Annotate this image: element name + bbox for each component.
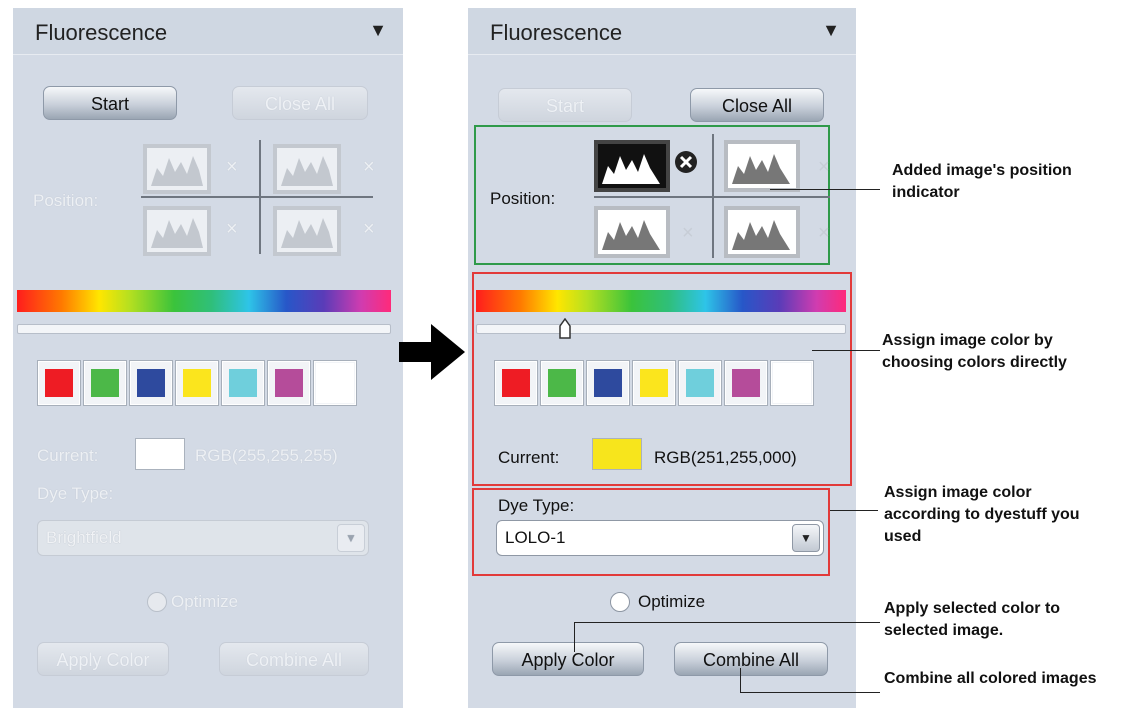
histogram-icon	[151, 218, 203, 248]
position-label: Position:	[33, 191, 99, 210]
swatch-green[interactable]	[540, 360, 584, 406]
dye-type-label: Dye Type:	[498, 496, 575, 515]
collapse-triangle-icon[interactable]: ▼	[822, 20, 840, 41]
spectrum-slider-track[interactable]	[17, 324, 391, 334]
current-rgb-value: RGB(255,255,255)	[195, 446, 338, 465]
current-rgb-value: RGB(251,255,000)	[654, 448, 797, 467]
dye-type-select[interactable]: LOLO-1 ▼	[496, 520, 824, 556]
start-button[interactable]: Start	[43, 86, 177, 120]
position-thumb-2[interactable]	[724, 140, 800, 192]
apply-color-button[interactable]: Apply Color	[37, 642, 169, 676]
histogram-icon	[281, 156, 333, 186]
panel-title: Fluorescence	[490, 20, 623, 45]
dropdown-arrow-icon[interactable]: ▼	[792, 524, 820, 552]
current-label: Current:	[37, 446, 99, 465]
remove-circle-x-icon[interactable]	[674, 150, 698, 174]
swatch-cyan[interactable]	[221, 360, 265, 406]
optimize-checkbox[interactable]	[147, 592, 167, 612]
spectrum-slider-track[interactable]	[476, 324, 846, 334]
remove-x-icon[interactable]: ×	[363, 156, 375, 179]
swatch-red[interactable]	[37, 360, 81, 406]
swatch-cyan[interactable]	[678, 360, 722, 406]
remove-x-icon[interactable]: ×	[226, 156, 238, 179]
position-hline	[141, 196, 373, 198]
optimize-checkbox[interactable]	[610, 592, 630, 612]
position-thumb-3[interactable]	[143, 206, 211, 256]
collapse-triangle-icon[interactable]: ▼	[369, 20, 387, 41]
position-thumb-4[interactable]	[724, 206, 800, 258]
annotation-combine-colored: Combine all colored images	[884, 670, 1097, 687]
current-color-box	[592, 438, 642, 470]
apply-color-button[interactable]: Apply Color	[492, 642, 644, 676]
callout-line-apply-v	[574, 622, 575, 652]
dye-type-label: Dye Type:	[37, 484, 114, 503]
position-thumb-1-selected[interactable]	[594, 140, 670, 192]
histogram-icon	[602, 154, 660, 184]
combine-all-button[interactable]: Combine All	[219, 642, 369, 676]
histogram-icon	[732, 154, 790, 184]
histogram-icon	[602, 220, 660, 250]
current-label: Current:	[498, 448, 560, 467]
swatch-magenta[interactable]	[724, 360, 768, 406]
left-fluorescence-panel: Fluorescence ▼ Start Close All Position:…	[13, 8, 403, 708]
swatch-blue[interactable]	[129, 360, 173, 406]
swatch-yellow[interactable]	[632, 360, 676, 406]
annotation-position-indicator: Added image's position indicator	[892, 162, 1072, 201]
annotation-dyestuff: Assign image color according to dyestuff…	[884, 484, 1080, 545]
remove-x-icon[interactable]: ×	[363, 218, 375, 241]
position-vline	[712, 134, 714, 258]
color-spectrum-bar[interactable]	[17, 290, 391, 312]
histogram-icon	[281, 218, 333, 248]
position-vline	[259, 140, 261, 254]
dropdown-arrow-icon[interactable]: ▼	[337, 524, 365, 552]
panel-title: Fluorescence	[35, 20, 168, 45]
callout-line-apply-h	[574, 622, 880, 623]
dye-type-value: LOLO-1	[505, 528, 566, 547]
optimize-label: Optimize	[638, 592, 706, 611]
slider-thumb-icon[interactable]	[558, 318, 572, 340]
position-thumb-3[interactable]	[594, 206, 670, 258]
dye-type-value: Brightfield	[46, 528, 122, 547]
callout-line-position	[770, 189, 880, 190]
remove-x-icon[interactable]: ×	[818, 222, 830, 245]
annotation-apply-selected: Apply selected color to selected image.	[884, 600, 1061, 639]
histogram-icon	[732, 220, 790, 250]
remove-x-icon[interactable]: ×	[818, 156, 830, 179]
position-thumb-2[interactable]	[273, 144, 341, 194]
current-color-box	[135, 438, 185, 470]
position-thumb-1[interactable]	[143, 144, 211, 194]
position-thumb-4[interactable]	[273, 206, 341, 256]
swatch-white[interactable]	[313, 360, 357, 406]
swatch-red[interactable]	[494, 360, 538, 406]
close-all-button[interactable]: Close All	[690, 88, 824, 122]
color-spectrum-bar[interactable]	[476, 290, 846, 312]
combine-all-button[interactable]: Combine All	[674, 642, 828, 676]
right-arrow-icon	[399, 324, 465, 380]
annotation-choose-colors: Assign image color by choosing colors di…	[882, 332, 1067, 371]
remove-x-icon[interactable]: ×	[226, 218, 238, 241]
callout-line-combine-h	[740, 692, 880, 693]
swatch-green[interactable]	[83, 360, 127, 406]
remove-x-icon[interactable]: ×	[682, 222, 694, 245]
swatch-magenta[interactable]	[267, 360, 311, 406]
start-button[interactable]: Start	[498, 88, 632, 122]
panel-header[interactable]: Fluorescence ▼	[468, 8, 856, 55]
optimize-label: Optimize	[171, 592, 239, 611]
swatch-white[interactable]	[770, 360, 814, 406]
swatch-blue[interactable]	[586, 360, 630, 406]
panel-header[interactable]: Fluorescence ▼	[13, 8, 403, 55]
callout-line-colors	[812, 350, 880, 351]
swatch-yellow[interactable]	[175, 360, 219, 406]
dye-type-select[interactable]: Brightfield ▼	[37, 520, 369, 556]
right-fluorescence-panel: Fluorescence ▼ Start Close All Position:…	[468, 8, 856, 708]
callout-line-combine-v	[740, 668, 741, 692]
histogram-icon	[151, 156, 203, 186]
position-label: Position:	[490, 189, 556, 208]
callout-line-dyestuff	[830, 510, 878, 511]
close-all-button[interactable]: Close All	[232, 86, 368, 120]
